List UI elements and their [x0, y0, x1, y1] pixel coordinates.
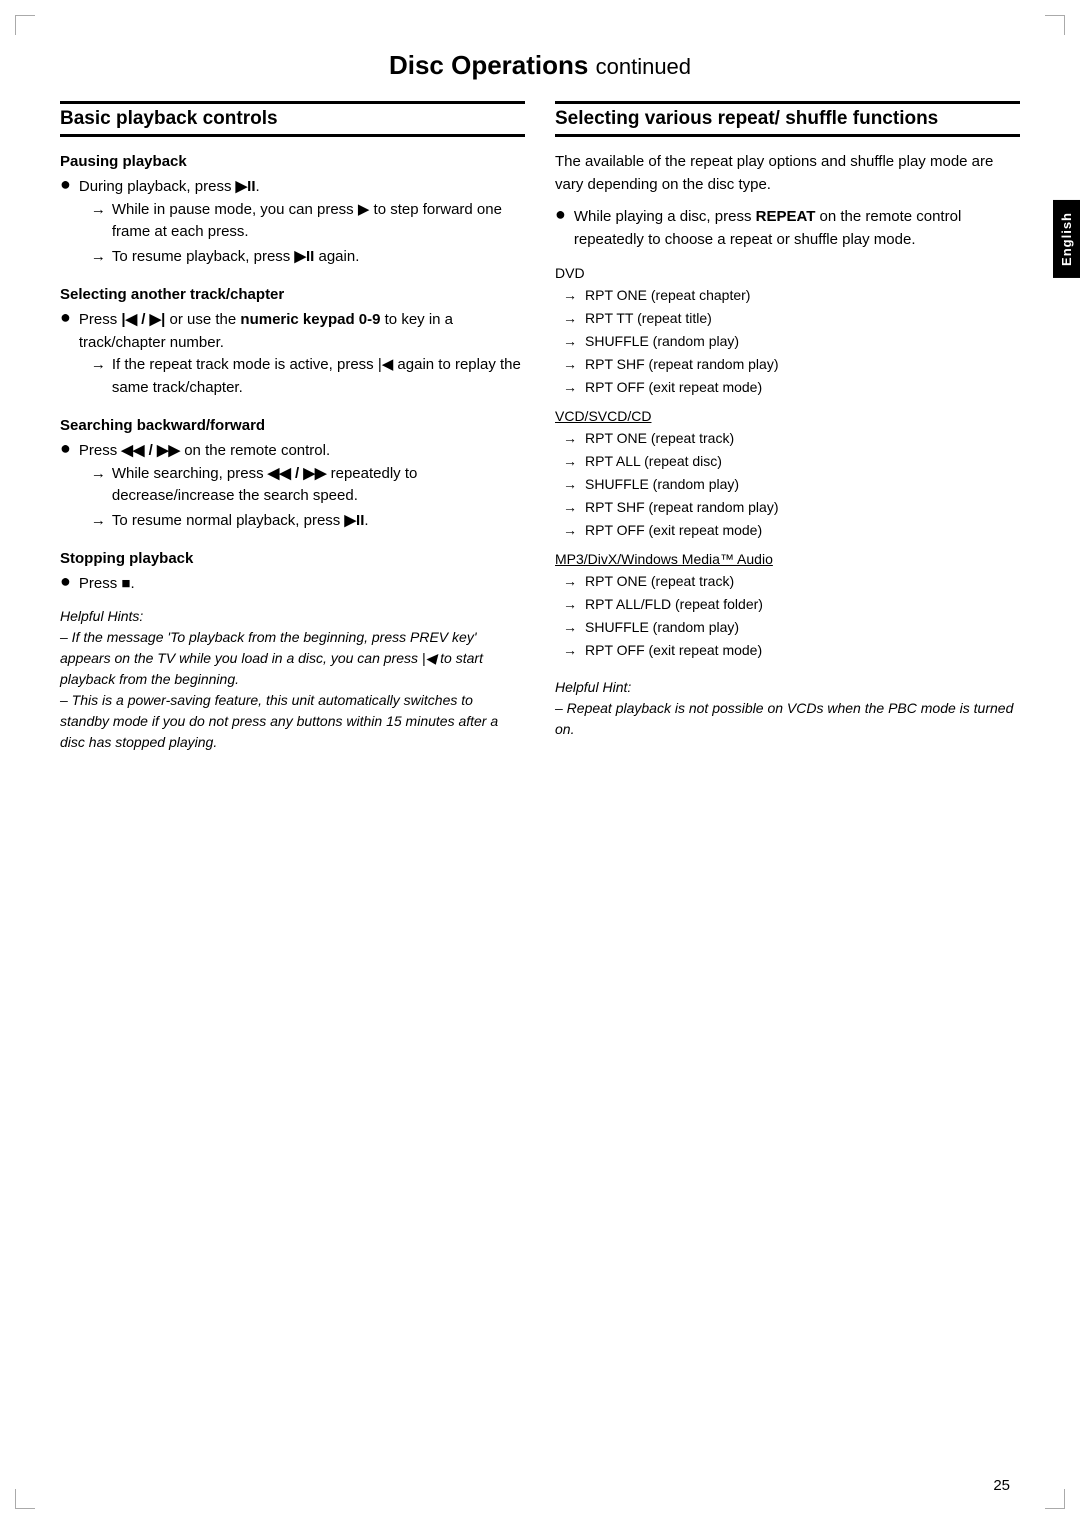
title-continued-text: continued	[596, 54, 691, 79]
vcd-list: →RPT ONE (repeat track) →RPT ALL (repeat…	[563, 428, 1020, 541]
dvd-item-2: →RPT TT (repeat title)	[563, 308, 1020, 329]
page-title: Disc Operations continued	[60, 40, 1020, 81]
mp3-label: MP3/DivX/Windows Media™ Audio	[555, 551, 1020, 567]
bullet-pausing-content: During playback, press ▶II. → While in p…	[79, 176, 525, 270]
arrow-sym: →	[91, 199, 106, 222]
dvd-item-5-text: RPT OFF (exit repeat mode)	[585, 377, 762, 398]
arrow-search-1-text: While searching, press ◀◀ / ▶▶ repeatedl…	[112, 463, 525, 508]
corner-bl	[15, 1489, 35, 1509]
vcd-item-2-text: RPT ALL (repeat disc)	[585, 451, 722, 472]
bullet-search-content: Press ◀◀ / ▶▶ on the remote control. → W…	[79, 440, 525, 534]
bullet-dot-2: ●	[60, 307, 71, 328]
bullet-track: ● Press |◀ / ▶| or use the numeric keypa…	[60, 309, 525, 401]
mp3-item-4-text: RPT OFF (exit repeat mode)	[585, 640, 762, 661]
vcd-item-2: →RPT ALL (repeat disc)	[563, 451, 1020, 472]
helpful-hint-1: – If the message 'To playback from the b…	[60, 629, 483, 687]
dvd-label: DVD	[555, 265, 1020, 281]
arrow-pause-1: → While in pause mode, you can press ▶ t…	[91, 199, 525, 244]
mp3-item-1-text: RPT ONE (repeat track)	[585, 571, 734, 592]
columns-layout: Basic playback controls Pausing playback…	[60, 101, 1020, 753]
vcd-item-5-text: RPT OFF (exit repeat mode)	[585, 520, 762, 541]
title-text: Disc Operations	[389, 50, 588, 80]
left-column: Basic playback controls Pausing playback…	[60, 101, 525, 753]
bullet-dot: ●	[60, 174, 71, 195]
mp3-item-2: →RPT ALL/FLD (repeat folder)	[563, 594, 1020, 615]
dvd-item-1-text: RPT ONE (repeat chapter)	[585, 285, 750, 306]
page-container: English Disc Operations continued Basic …	[0, 0, 1080, 1524]
bullet-pausing: ● During playback, press ▶II. → While in…	[60, 176, 525, 270]
subsection-stop: Stopping playback	[60, 550, 525, 567]
corner-br	[1045, 1489, 1065, 1509]
mp3-item-3-text: SHUFFLE (random play)	[585, 617, 739, 638]
bullet-stop: ● Press ■.	[60, 573, 525, 596]
subsection-pausing: Pausing playback	[60, 153, 525, 170]
vcd-item-1: →RPT ONE (repeat track)	[563, 428, 1020, 449]
corner-tr	[1045, 15, 1065, 35]
bullet-repeat: ● While playing a disc, press REPEAT on …	[555, 206, 1020, 251]
arrow-pause-2: → To resume playback, press ▶II again.	[91, 246, 525, 269]
helpful-hints: Helpful Hints: – If the message 'To play…	[60, 606, 525, 753]
arrow-sym-4: →	[91, 463, 106, 486]
vcd-item-3-text: SHUFFLE (random play)	[585, 474, 739, 495]
vcd-label: VCD/SVCD/CD	[555, 408, 1020, 424]
arrow-sym-3: →	[91, 354, 106, 377]
mp3-item-2-text: RPT ALL/FLD (repeat folder)	[585, 594, 763, 615]
arrow-sym-5: →	[91, 510, 106, 533]
left-section-title: Basic playback controls	[60, 101, 525, 137]
vcd-item-1-text: RPT ONE (repeat track)	[585, 428, 734, 449]
dvd-item-1: →RPT ONE (repeat chapter)	[563, 285, 1020, 306]
mp3-item-4: →RPT OFF (exit repeat mode)	[563, 640, 1020, 661]
right-column: Selecting various repeat/ shuffle functi…	[555, 101, 1020, 753]
right-section-title: Selecting various repeat/ shuffle functi…	[555, 101, 1020, 137]
right-helpful-hint: Helpful Hint: – Repeat playback is not p…	[555, 677, 1020, 740]
arrow-track-1-text: If the repeat track mode is active, pres…	[112, 354, 525, 399]
vcd-item-5: →RPT OFF (exit repeat mode)	[563, 520, 1020, 541]
mp3-item-1: →RPT ONE (repeat track)	[563, 571, 1020, 592]
dvd-item-3-text: SHUFFLE (random play)	[585, 331, 739, 352]
dvd-item-3: →SHUFFLE (random play)	[563, 331, 1020, 352]
dvd-item-2-text: RPT TT (repeat title)	[585, 308, 712, 329]
arrow-pause-1-text: While in pause mode, you can press ▶ to …	[112, 199, 525, 244]
arrow-search-1: → While searching, press ◀◀ / ▶▶ repeate…	[91, 463, 525, 508]
vcd-item-4: →RPT SHF (repeat random play)	[563, 497, 1020, 518]
mp3-list: →RPT ONE (repeat track) →RPT ALL/FLD (re…	[563, 571, 1020, 661]
bullet-dot-3: ●	[60, 438, 71, 459]
dvd-item-4-text: RPT SHF (repeat random play)	[585, 354, 778, 375]
page-number: 25	[993, 1477, 1010, 1494]
subsection-search: Searching backward/forward	[60, 417, 525, 434]
dvd-item-5: →RPT OFF (exit repeat mode)	[563, 377, 1020, 398]
mp3-item-3: →SHUFFLE (random play)	[563, 617, 1020, 638]
english-tab: English	[1053, 200, 1080, 278]
bullet-stop-content: Press ■.	[79, 573, 525, 596]
vcd-item-4-text: RPT SHF (repeat random play)	[585, 497, 778, 518]
arrow-search-2: → To resume normal playback, press ▶II.	[91, 510, 525, 533]
helpful-hints-title: Helpful Hints:	[60, 608, 143, 624]
corner-tl	[15, 15, 35, 35]
arrow-sym-2: →	[91, 246, 106, 269]
right-helpful-hint-text: – Repeat playback is not possible on VCD…	[555, 700, 1013, 737]
bullet-dot-5: ●	[555, 204, 566, 225]
bullet-track-content: Press |◀ / ▶| or use the numeric keypad …	[79, 309, 525, 401]
arrow-pause-2-text: To resume playback, press ▶II again.	[112, 246, 525, 269]
dvd-item-4: →RPT SHF (repeat random play)	[563, 354, 1020, 375]
subsection-track: Selecting another track/chapter	[60, 286, 525, 303]
bullet-dot-4: ●	[60, 571, 71, 592]
bullet-search: ● Press ◀◀ / ▶▶ on the remote control. →…	[60, 440, 525, 534]
dvd-list: →RPT ONE (repeat chapter) →RPT TT (repea…	[563, 285, 1020, 398]
right-intro: The available of the repeat play options…	[555, 151, 1020, 196]
bullet-repeat-content: While playing a disc, press REPEAT on th…	[574, 206, 1020, 251]
vcd-item-3: →SHUFFLE (random play)	[563, 474, 1020, 495]
helpful-hint-2: – This is a power-saving feature, this u…	[60, 692, 498, 750]
right-helpful-hint-title: Helpful Hint:	[555, 679, 631, 695]
arrow-search-2-text: To resume normal playback, press ▶II.	[112, 510, 525, 533]
arrow-track-1: → If the repeat track mode is active, pr…	[91, 354, 525, 399]
